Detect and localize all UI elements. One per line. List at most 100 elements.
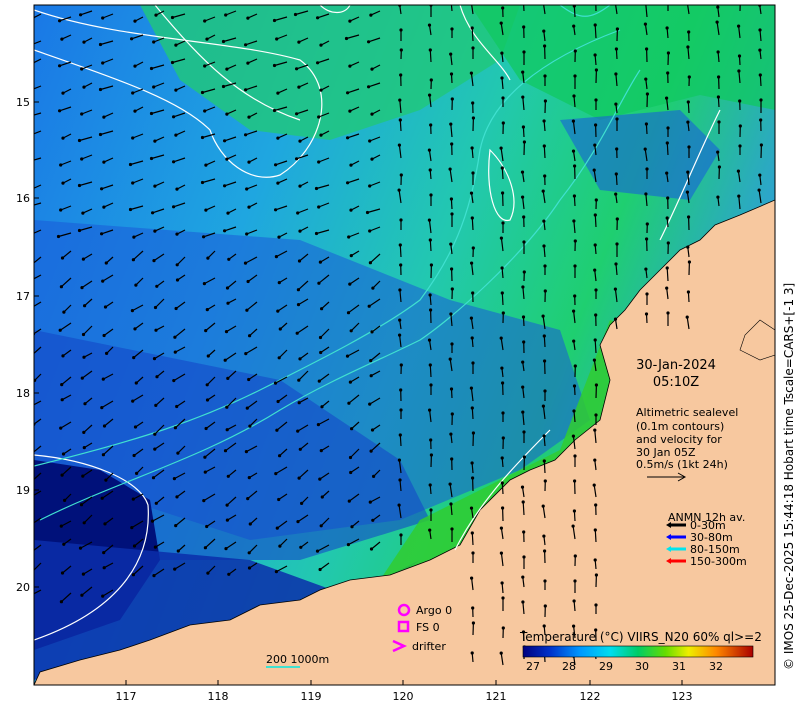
velocity-arrow (523, 5, 525, 12)
velocity-arrowhead (205, 398, 210, 402)
velocity-arrowhead (449, 432, 453, 436)
velocity-arrowhead (82, 355, 86, 359)
velocity-arrowhead (346, 91, 350, 95)
velocity-arrowhead (154, 501, 158, 505)
velocity-arrowhead (225, 157, 229, 161)
velocity-arrowhead (613, 317, 618, 321)
velocity-arrowhead (471, 171, 475, 175)
velocity-arrowhead (450, 457, 454, 461)
velocity-arrowhead (248, 334, 252, 338)
velocity-arrowhead (223, 449, 228, 453)
velocity-arrowhead (58, 328, 62, 332)
velocity-arrowhead (666, 51, 671, 55)
velocity-arrowhead (450, 142, 454, 146)
velocity-arrowhead (449, 502, 453, 506)
velocity-arrowhead (399, 388, 403, 392)
velocity-arrowhead (428, 408, 432, 412)
velocity-arrowhead (665, 216, 669, 220)
velocity-arrowhead (80, 67, 84, 71)
velocity-arrowhead (348, 64, 352, 68)
velocity-arrowhead (594, 313, 598, 317)
velocity-arrowhead (450, 412, 454, 416)
velocity-arrowhead (593, 338, 597, 342)
velocity-arrowhead (319, 88, 323, 92)
velocity-arrowhead (522, 25, 526, 29)
velocity-arrowhead (573, 479, 577, 483)
velocity-arrowhead (615, 117, 619, 121)
velocity-arrowhead (297, 476, 301, 480)
velocity-arrowhead (101, 16, 105, 20)
velocity-arrowhead (470, 216, 474, 220)
velocity-arrowhead (469, 71, 473, 75)
velocity-arrowhead (471, 116, 475, 120)
colorbar-tick-label: 32 (709, 660, 723, 673)
velocity-arrowhead (81, 474, 85, 478)
velocity-arrowhead (594, 198, 598, 202)
velocity-arrowhead (82, 85, 86, 89)
y-tick-label: 19 (16, 484, 30, 497)
x-tick-label: 118 (208, 690, 229, 703)
velocity-arrowhead (131, 258, 135, 262)
velocity-arrowhead (83, 402, 87, 406)
velocity-arrowhead (243, 261, 248, 265)
velocity-arrowhead (29, 307, 32, 310)
velocity-arrowhead (665, 266, 669, 270)
velocity-arrowhead (686, 290, 691, 294)
velocity-arrowhead (368, 184, 372, 188)
velocity-arrowhead (521, 315, 526, 319)
velocity-arrowhead (223, 229, 227, 233)
velocity-arrowhead (347, 499, 351, 503)
velocity-arrowhead (131, 399, 135, 403)
velocity-arrowhead (150, 519, 155, 523)
velocity-arrowhead (450, 342, 454, 346)
velocity-arrowhead (81, 332, 86, 337)
velocity-arrowhead (320, 307, 324, 311)
velocity-arrowhead (520, 170, 525, 174)
velocity-arrowhead (298, 229, 302, 233)
velocity-arrowhead (644, 267, 648, 271)
velocity-arrowhead (759, 98, 763, 102)
velocity-arrowhead (224, 330, 229, 334)
velocity-arrowhead (371, 286, 375, 290)
velocity-arrow (543, 460, 546, 474)
velocity-arrowhead (296, 288, 300, 292)
velocity-arrowhead (58, 19, 62, 23)
anmn-legend-label: 150-300m (690, 555, 747, 568)
velocity-arrowhead (686, 245, 690, 249)
velocity-arrowhead (645, 92, 650, 96)
velocity-arrowhead (102, 566, 106, 570)
velocity-arrowhead (572, 624, 576, 628)
velocity-arrowhead (347, 235, 351, 239)
velocity-arrowhead (226, 376, 230, 380)
velocity-arrowhead (176, 451, 180, 455)
velocity-arrowhead (429, 383, 433, 387)
velocity-arrowhead (499, 146, 503, 150)
velocity-arrowhead (500, 581, 504, 585)
velocity-arrowhead (542, 434, 546, 438)
colorbar-tick-label: 29 (599, 660, 613, 673)
velocity-arrowhead (470, 651, 474, 655)
isobath-legend-label: 200 1000m (266, 653, 329, 666)
velocity-arrowhead (521, 70, 525, 74)
velocity-arrowhead (81, 572, 85, 576)
velocity-arrowhead (429, 438, 433, 442)
velocity-arrowhead (469, 386, 473, 390)
velocity-arrowhead (31, 593, 34, 596)
velocity-arrowhead (175, 232, 179, 236)
velocity-arrowhead (738, 144, 742, 148)
velocity-arrowhead (470, 576, 474, 580)
velocity-arrowhead (132, 453, 136, 458)
velocity-arrowhead (543, 389, 547, 393)
velocity-arrowhead (450, 97, 454, 101)
velocity-arrowhead (128, 207, 133, 212)
fs-label: FS 0 (416, 621, 440, 634)
velocity-arrowhead (665, 286, 669, 290)
velocity-arrowhead (149, 156, 154, 161)
velocity-arrowhead (153, 432, 157, 436)
velocity-arrowhead (152, 357, 157, 361)
velocity-arrowhead (593, 143, 597, 147)
velocity-arrowhead (98, 87, 103, 92)
velocity-arrowhead (573, 164, 577, 168)
velocity-arrowhead (101, 453, 105, 457)
velocity-arrowhead (687, 30, 691, 34)
